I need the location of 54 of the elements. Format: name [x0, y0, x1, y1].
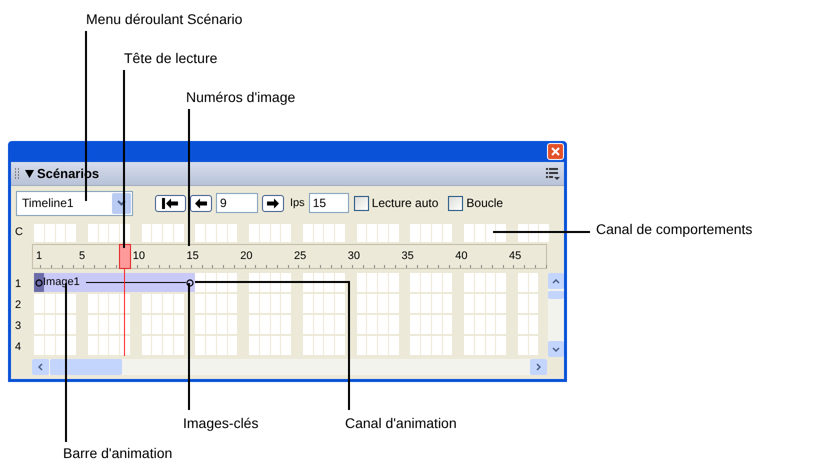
previous-frame-button[interactable]: [190, 194, 212, 212]
checkbox-label: Lecture auto: [372, 195, 438, 212]
rewind-icon: [162, 198, 180, 208]
playhead[interactable]: [119, 244, 131, 269]
frame-number: 40: [455, 250, 468, 262]
right-arrow-icon: [267, 198, 279, 208]
scroll-thumb[interactable]: [548, 291, 564, 299]
timeline-dropdown[interactable]: Timeline1: [16, 190, 133, 216]
channel-number: 1: [15, 277, 22, 292]
callout-label: Tête de lecture: [124, 49, 218, 67]
channel-number: 4: [15, 340, 22, 355]
frame-number: 25: [294, 250, 306, 262]
frame-number: 20: [240, 250, 252, 262]
channel-number: 2: [15, 298, 22, 313]
frame-number: 1: [36, 250, 42, 262]
channel-number: 3: [15, 319, 22, 334]
frame-number: 45: [509, 250, 522, 262]
close-icon: [551, 147, 560, 156]
checkbox[interactable]: [354, 196, 369, 210]
callout-label: Images-clés: [183, 414, 258, 432]
callout-label: Canal de comportements: [596, 220, 752, 238]
scroll-right-icon[interactable]: [536, 363, 541, 371]
collapse-toggle[interactable]: [24, 168, 34, 178]
options-menu-icon[interactable]: [546, 168, 560, 180]
scroll-up-icon[interactable]: [552, 278, 560, 284]
fps-label: Ips: [290, 196, 305, 211]
checkbox[interactable]: [448, 196, 464, 210]
grip-icon[interactable]: [15, 168, 19, 180]
callout-label: Barre d'animation: [63, 444, 172, 462]
frame-number: 5: [79, 250, 86, 262]
frame-number: 15: [186, 250, 199, 262]
frame-number: 30: [348, 250, 360, 262]
fps-field[interactable]: 15: [308, 193, 349, 213]
scroll-down-icon[interactable]: [552, 346, 560, 352]
keyframe-icon: [186, 278, 194, 286]
sprite-name: Image1: [43, 275, 80, 290]
callout-label: Numéros d'image: [186, 88, 296, 106]
close-button[interactable]: [547, 143, 564, 160]
scroll-left-icon[interactable]: [38, 363, 43, 371]
animation-bar[interactable]: Image1: [34, 273, 196, 292]
frame-field[interactable]: 9: [216, 193, 258, 213]
callout-label: Canal d'animation: [345, 414, 457, 432]
next-frame-button[interactable]: [262, 194, 284, 212]
scroll-thumb[interactable]: [50, 359, 122, 375]
left-arrow-icon: [195, 198, 207, 208]
rewind-button[interactable]: [155, 194, 186, 212]
checkbox-label: Boucle: [466, 195, 504, 212]
callout-label: Menu déroulant Scénario: [86, 10, 242, 28]
vertical-scrollbar[interactable]: [548, 273, 564, 357]
frame-number: 35: [402, 250, 414, 262]
horizontal-scrollbar[interactable]: [32, 359, 547, 375]
frame-number: 10: [132, 250, 145, 262]
keyframe-icon: [35, 278, 43, 286]
channel-label: C: [15, 225, 23, 240]
